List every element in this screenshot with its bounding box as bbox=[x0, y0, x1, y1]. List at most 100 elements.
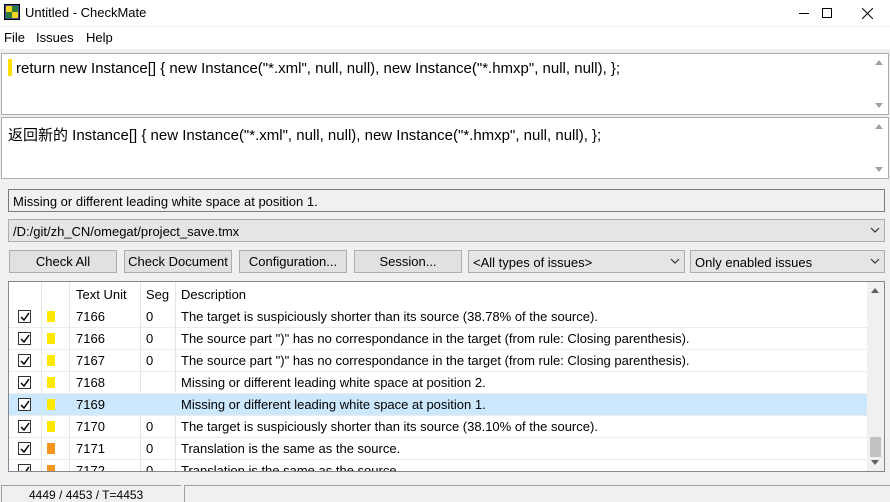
cell-description: Translation is the same as the source. bbox=[181, 441, 401, 456]
status-secondary bbox=[184, 485, 890, 502]
scroll-down-arrow-icon[interactable] bbox=[875, 103, 883, 108]
issues-table: Text Unit Seg Description 7166 0 The targe… bbox=[8, 281, 885, 472]
table-row[interactable]: 7167 0 The source part ")" has no correspo… bbox=[9, 350, 868, 372]
table-row[interactable]: 7170 0 The target is suspiciously shorter … bbox=[9, 416, 868, 438]
table-header: Text Unit Seg Description bbox=[9, 282, 868, 306]
checkmate-app-icon bbox=[4, 4, 20, 20]
row-checkbox[interactable] bbox=[18, 332, 31, 345]
cell-description: The source part ")" has no correspondanc… bbox=[181, 331, 690, 346]
cell-description: Missing or different leading white space… bbox=[181, 397, 486, 412]
cell-description: The source part ")" has no correspondanc… bbox=[181, 353, 690, 368]
issue-message-box: Missing or different leading white space… bbox=[8, 189, 885, 212]
row-checkbox[interactable] bbox=[18, 464, 31, 471]
scrollbar-thumb[interactable] bbox=[870, 437, 881, 457]
severity-indicator bbox=[47, 465, 55, 471]
cell-text-unit: 7169 bbox=[76, 397, 105, 412]
cell-text-unit: 7168 bbox=[76, 375, 105, 390]
row-checkbox[interactable] bbox=[18, 310, 31, 323]
table-row[interactable]: 7166 0 The source part ")" has no correspo… bbox=[9, 328, 868, 350]
cell-seg: 0 bbox=[146, 309, 154, 324]
source-scrollbar[interactable] bbox=[871, 54, 888, 114]
scroll-up-arrow-icon[interactable] bbox=[871, 288, 879, 293]
checkmark-icon bbox=[20, 422, 30, 432]
cell-seg: 0 bbox=[146, 419, 154, 434]
checkmark-icon bbox=[21, 466, 30, 471]
scroll-up-arrow-icon[interactable] bbox=[875, 124, 883, 129]
chevron-down-icon bbox=[670, 258, 680, 264]
checkmark-icon bbox=[20, 334, 30, 344]
cell-text-unit: 7166 bbox=[76, 331, 105, 346]
severity-indicator bbox=[47, 311, 55, 322]
table-row[interactable]: 7166 0 The target is suspiciously shorter … bbox=[9, 306, 868, 328]
cell-seg: 0 bbox=[146, 331, 154, 346]
file-path-value: /D:/git/zh_CN/omegat/project_save.tmx bbox=[13, 224, 240, 239]
chevron-down-icon bbox=[870, 227, 880, 233]
enabled-filter-value: Only enabled issues bbox=[695, 255, 813, 270]
issue-type-filter-value: <All types of issues> bbox=[473, 255, 593, 270]
checkmark-icon bbox=[20, 400, 30, 410]
cell-text-unit: 7170 bbox=[76, 419, 105, 434]
close-button[interactable] bbox=[844, 0, 890, 26]
scroll-down-arrow-icon[interactable] bbox=[871, 460, 879, 465]
cell-seg: 0 bbox=[146, 441, 154, 456]
menu-issues[interactable]: Issues bbox=[36, 30, 74, 45]
window-title: Untitled - CheckMate bbox=[25, 5, 147, 20]
target-scrollbar[interactable] bbox=[871, 118, 888, 178]
scroll-up-arrow-icon[interactable] bbox=[875, 60, 883, 65]
status-counts: 4449 / 4453 / T=4453 bbox=[1, 485, 181, 502]
cell-seg: 0 bbox=[146, 353, 154, 368]
status-bar: 4449 / 4453 / T=4453 bbox=[0, 484, 890, 502]
target-text-pane[interactable]: 返回新的 Instance[] { new Instance("*.xml", … bbox=[1, 117, 889, 179]
table-scrollbar[interactable] bbox=[867, 282, 884, 471]
menu-help[interactable]: Help bbox=[86, 30, 113, 45]
checkmark-icon bbox=[20, 444, 30, 454]
cell-text-unit: 7166 bbox=[76, 309, 105, 324]
close-icon bbox=[861, 7, 873, 19]
row-checkbox[interactable] bbox=[18, 354, 31, 367]
row-checkbox[interactable] bbox=[18, 420, 31, 433]
row-checkbox[interactable] bbox=[18, 442, 31, 455]
cell-text-unit: 7172 bbox=[76, 463, 105, 472]
session-button[interactable]: Session... bbox=[354, 250, 462, 273]
menu-file[interactable]: File bbox=[4, 30, 25, 45]
severity-indicator bbox=[47, 443, 55, 454]
enabled-filter-select[interactable]: Only enabled issues bbox=[690, 250, 885, 273]
severity-indicator bbox=[47, 421, 55, 432]
severity-indicator bbox=[47, 355, 55, 366]
cell-description: Translation is the same as the source. bbox=[181, 463, 401, 472]
cell-description: The target is suspiciously shorter than … bbox=[181, 419, 598, 434]
source-text: return new Instance[] { new Instance("*.… bbox=[16, 60, 621, 77]
cell-text-unit: 7171 bbox=[76, 441, 105, 456]
checkmark-icon bbox=[20, 356, 30, 366]
table-row[interactable]: 7168 Missing or different leading white s… bbox=[9, 372, 868, 394]
maximize-icon bbox=[822, 8, 832, 18]
cell-text-unit: 7167 bbox=[76, 353, 105, 368]
table-row[interactable]: 7169 Missing or different leading white s… bbox=[9, 394, 868, 416]
target-text: 返回新的 Instance[] { new Instance("*.xml", … bbox=[8, 127, 602, 144]
issue-message: Missing or different leading white space… bbox=[13, 194, 318, 209]
column-header-seg[interactable]: Seg bbox=[146, 287, 169, 302]
checkmark-icon bbox=[20, 312, 30, 322]
scroll-down-arrow-icon[interactable] bbox=[875, 167, 883, 172]
severity-indicator bbox=[47, 377, 55, 388]
cell-description: The target is suspiciously shorter than … bbox=[181, 309, 598, 324]
cell-description: Missing or different leading white space… bbox=[181, 375, 486, 390]
check-document-button[interactable]: Check Document bbox=[124, 250, 232, 273]
column-header-description[interactable]: Description bbox=[181, 287, 246, 302]
file-path-select[interactable]: /D:/git/zh_CN/omegat/project_save.tmx bbox=[8, 219, 885, 242]
severity-indicator bbox=[47, 333, 55, 344]
menu-bar: File Issues Help bbox=[0, 27, 890, 49]
row-checkbox[interactable] bbox=[18, 376, 31, 389]
table-row[interactable]: 7172 0 Translation is the same as the sour… bbox=[9, 460, 868, 472]
configuration-button[interactable]: Configuration... bbox=[239, 250, 347, 273]
cell-seg: 0 bbox=[146, 463, 154, 472]
severity-indicator bbox=[47, 399, 55, 410]
check-all-button[interactable]: Check All bbox=[9, 250, 117, 273]
title-bar: Untitled - CheckMate bbox=[0, 0, 890, 26]
source-marker bbox=[8, 59, 12, 76]
row-checkbox[interactable] bbox=[18, 398, 31, 411]
table-row[interactable]: 7171 0 Translation is the same as the sour… bbox=[9, 438, 868, 460]
source-text-pane[interactable]: return new Instance[] { new Instance("*.… bbox=[1, 53, 889, 115]
column-header-text-unit[interactable]: Text Unit bbox=[76, 287, 127, 302]
issue-type-filter-select[interactable]: <All types of issues> bbox=[468, 250, 685, 273]
